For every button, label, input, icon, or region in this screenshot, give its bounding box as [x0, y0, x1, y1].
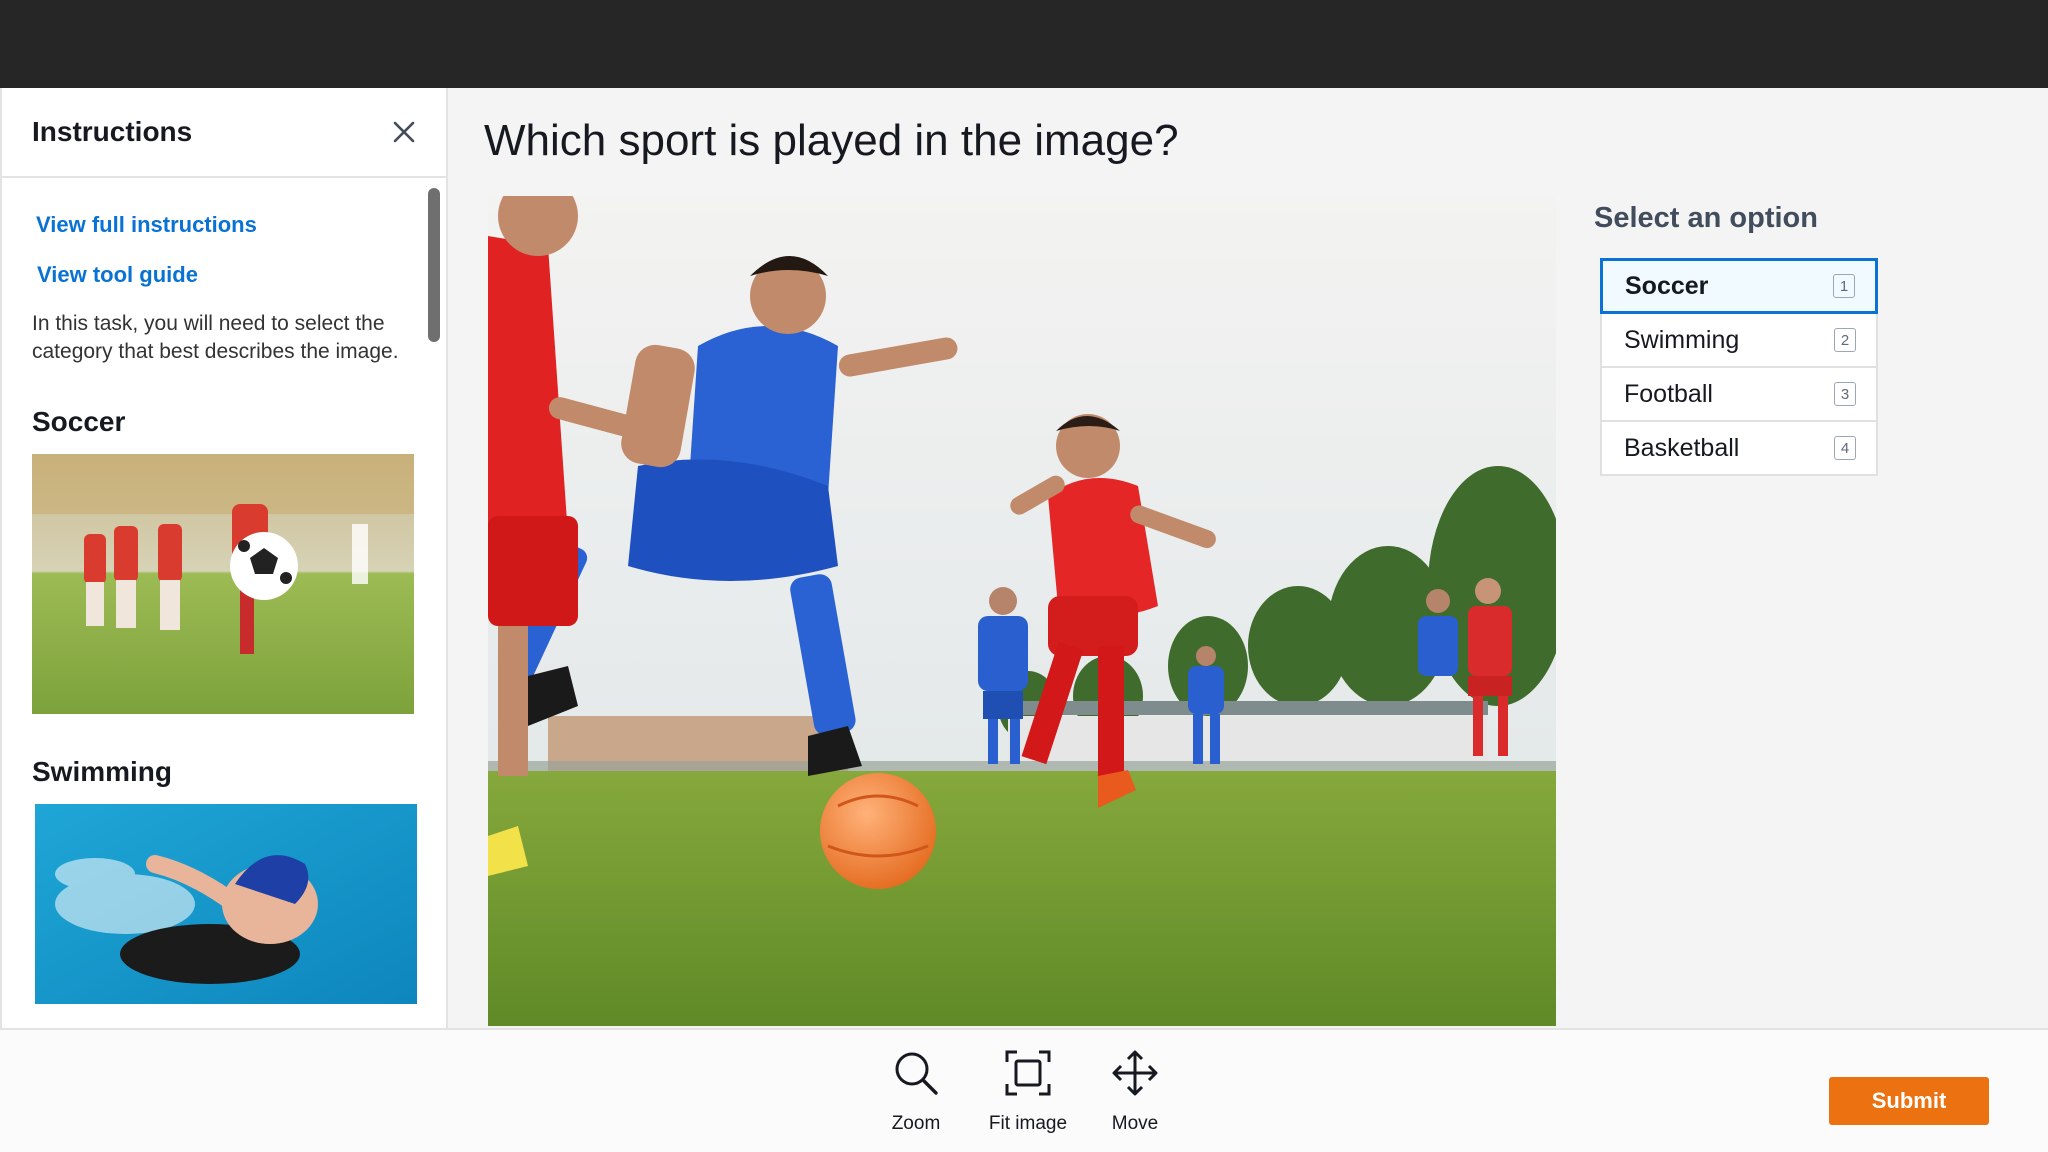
move-label: Move	[1111, 1113, 1159, 1134]
submit-button[interactable]: Submit	[1829, 1077, 1989, 1125]
close-icon[interactable]	[386, 114, 422, 150]
options-title: Select an option	[1594, 202, 1818, 234]
option-label: Soccer	[1625, 271, 1709, 300]
option-football[interactable]: Football 3	[1600, 366, 1878, 422]
fit-image-icon	[1003, 1048, 1053, 1103]
top-bar	[0, 0, 2048, 88]
bottom-toolbar: Zoom Fit image Move Submit	[0, 1028, 2048, 1152]
shortcut-key: 3	[1834, 382, 1856, 406]
sidebar-scrollbar[interactable]	[428, 188, 440, 342]
view-tool-guide-link[interactable]: View tool guide	[37, 262, 446, 288]
labeling-app: Instructions View full instructions View…	[0, 88, 2048, 1152]
view-full-instructions-link[interactable]: View full instructions	[36, 212, 446, 238]
instructions-title: Instructions	[32, 116, 193, 147]
task-image[interactable]	[488, 196, 1556, 1026]
options-list: Soccer 1 Swimming 2 Football 3 Basketbal…	[1600, 258, 1878, 476]
zoom-icon	[891, 1048, 941, 1103]
instructions-body: View full instructions View tool guide I…	[2, 180, 446, 1028]
option-label: Swimming	[1624, 325, 1740, 354]
option-label: Basketball	[1624, 433, 1740, 462]
example-title-soccer: Soccer	[32, 406, 126, 437]
instructions-panel: Instructions View full instructions View…	[0, 88, 448, 1028]
zoom-label: Zoom	[891, 1113, 941, 1134]
option-label: Football	[1624, 379, 1713, 408]
shortcut-key: 1	[1833, 274, 1855, 298]
shortcut-key: 2	[1834, 328, 1856, 352]
fit-image-tool[interactable]: Fit image	[973, 1048, 1083, 1135]
zoom-tool[interactable]: Zoom	[861, 1048, 971, 1135]
move-tool[interactable]: Move	[1080, 1048, 1190, 1135]
fit-image-label: Fit image	[988, 1113, 1068, 1134]
instructions-text: In this task, you will need to select th…	[32, 312, 399, 363]
soccer-example-image	[32, 454, 414, 714]
move-icon	[1110, 1048, 1160, 1103]
option-basketball[interactable]: Basketball 4	[1600, 420, 1878, 476]
option-soccer[interactable]: Soccer 1	[1600, 258, 1878, 314]
instructions-header: Instructions	[2, 88, 446, 178]
example-title-swimming: Swimming	[32, 756, 173, 787]
question-title: Which sport is played in the image?	[484, 116, 1179, 165]
swimming-example-image	[35, 804, 417, 1004]
option-swimming[interactable]: Swimming 2	[1600, 312, 1878, 368]
shortcut-key: 4	[1834, 436, 1856, 460]
